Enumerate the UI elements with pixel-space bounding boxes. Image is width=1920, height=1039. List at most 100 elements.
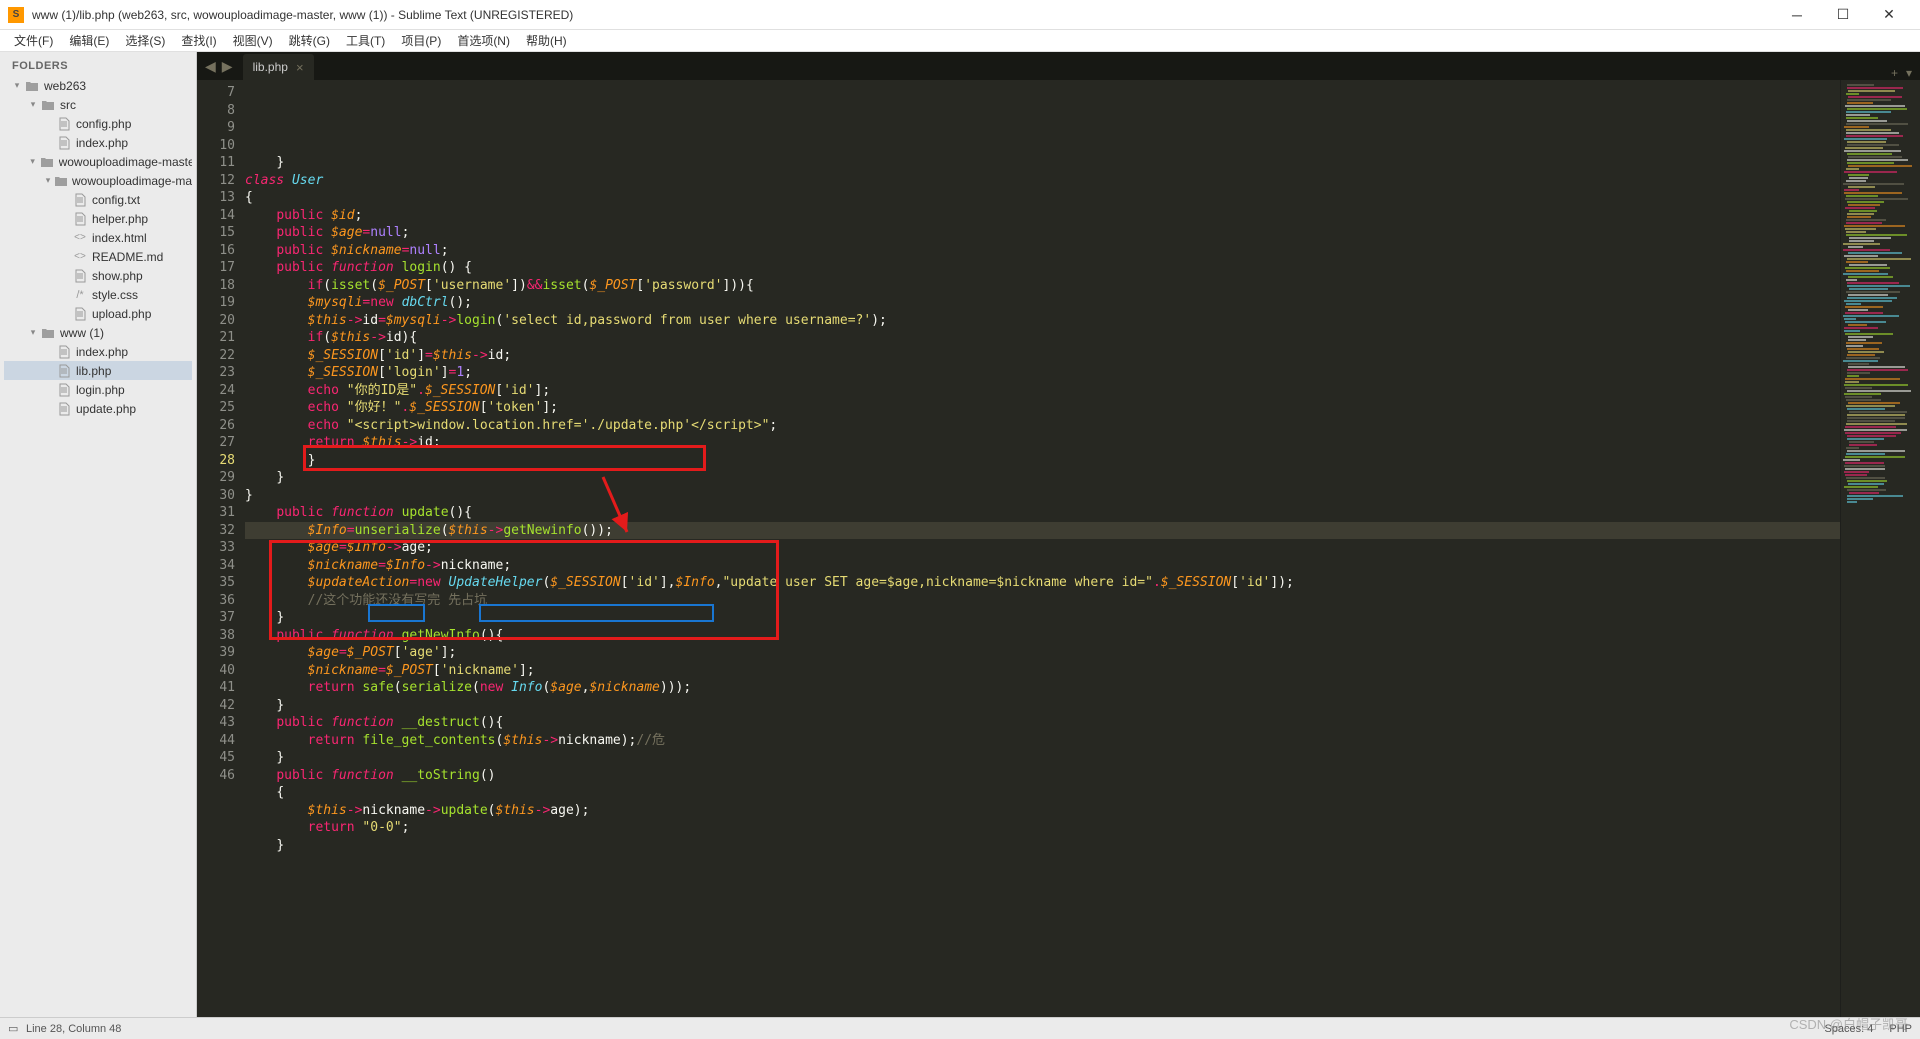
status-indent[interactable]: Spaces: 4: [1824, 1023, 1873, 1035]
tree-file[interactable]: index.php: [4, 342, 192, 361]
code-line[interactable]: public function getNewInfo(){: [245, 627, 1840, 645]
code-line[interactable]: }: [245, 154, 1840, 172]
menu-item-7[interactable]: 项目(P): [395, 30, 447, 51]
new-tab-icon[interactable]: +: [1891, 66, 1898, 80]
code-line[interactable]: $age=$_POST['age'];: [245, 644, 1840, 662]
tab-close-icon[interactable]: ×: [296, 60, 304, 75]
tree-arrow-icon[interactable]: ▾: [26, 99, 40, 110]
tree-file[interactable]: lib.php: [4, 361, 192, 380]
code-line[interactable]: public $age=null;: [245, 224, 1840, 242]
code-line[interactable]: public $nickname=null;: [245, 242, 1840, 260]
code-line[interactable]: $_SESSION['login']=1;: [245, 364, 1840, 382]
menu-item-4[interactable]: 视图(V): [227, 30, 279, 51]
php-icon: [56, 364, 72, 378]
tree-label: web263: [44, 79, 86, 93]
nav-forward-icon[interactable]: ▶: [220, 58, 235, 75]
menu-item-8[interactable]: 首选项(N): [451, 30, 516, 51]
tree-arrow-icon[interactable]: ▾: [42, 175, 54, 186]
tree-file[interactable]: upload.php: [4, 304, 192, 323]
code-line[interactable]: $_SESSION['id']=$this->id;: [245, 347, 1840, 365]
code-line[interactable]: return safe(serialize(new Info($age,$nic…: [245, 679, 1840, 697]
panel-toggle-icon[interactable]: ▭: [8, 1022, 22, 1036]
tree-file[interactable]: <>index.html: [4, 228, 192, 247]
maximize-button[interactable]: ☐: [1820, 0, 1866, 30]
menu-item-3[interactable]: 查找(I): [175, 30, 222, 51]
tree-label: update.php: [76, 402, 136, 416]
code-line[interactable]: }: [245, 469, 1840, 487]
css-icon: /*: [72, 288, 88, 302]
tree-arrow-icon[interactable]: ▾: [10, 80, 24, 91]
tree-file[interactable]: helper.php: [4, 209, 192, 228]
code-line[interactable]: }: [245, 487, 1840, 505]
code-line[interactable]: $age=$Info->age;: [245, 539, 1840, 557]
menu-item-5[interactable]: 跳转(G): [283, 30, 336, 51]
folder-icon: [40, 98, 56, 112]
minimize-button[interactable]: ─: [1774, 0, 1820, 30]
code-line[interactable]: {: [245, 189, 1840, 207]
code-line[interactable]: }: [245, 837, 1840, 855]
tree-file[interactable]: <> README.md: [4, 247, 192, 266]
menubar: 文件(F)编辑(E)选择(S)查找(I)视图(V)跳转(G)工具(T)项目(P)…: [0, 30, 1920, 52]
code-line[interactable]: $Info=unserialize($this->getNewinfo());: [245, 522, 1840, 540]
code-line[interactable]: $this->id=$mysqli->login('select id,pass…: [245, 312, 1840, 330]
code-line[interactable]: echo "你好！".$_SESSION['token'];: [245, 399, 1840, 417]
code-line[interactable]: public function __toString(): [245, 767, 1840, 785]
tree-file[interactable]: login.php: [4, 380, 192, 399]
tree-folder[interactable]: ▾www (1): [4, 323, 192, 342]
code-line[interactable]: //这个功能还没有写完 先占坑: [245, 592, 1840, 610]
code-line[interactable]: $this->nickname->update($this->age);: [245, 802, 1840, 820]
code-line[interactable]: {: [245, 784, 1840, 802]
tree-file[interactable]: show.php: [4, 266, 192, 285]
code-line[interactable]: }: [245, 452, 1840, 470]
window-controls: ─ ☐ ✕: [1774, 0, 1912, 30]
code-line[interactable]: return file_get_contents($this->nickname…: [245, 732, 1840, 750]
menu-item-1[interactable]: 编辑(E): [63, 30, 115, 51]
code-line[interactable]: }: [245, 749, 1840, 767]
code-line[interactable]: $mysqli=new dbCtrl();: [245, 294, 1840, 312]
tree-file[interactable]: index.php: [4, 133, 192, 152]
nav-back-icon[interactable]: ◀: [203, 58, 218, 75]
status-language[interactable]: PHP: [1889, 1023, 1912, 1035]
code-line[interactable]: public function login() {: [245, 259, 1840, 277]
tab-menu-icon[interactable]: ▾: [1906, 66, 1912, 80]
code-line[interactable]: echo "你的ID是".$_SESSION['id'];: [245, 382, 1840, 400]
minimap[interactable]: [1840, 80, 1920, 1017]
code-line[interactable]: $updateAction=new UpdateHelper($_SESSION…: [245, 574, 1840, 592]
php-icon: [72, 307, 88, 321]
tree-file[interactable]: config.txt: [4, 190, 192, 209]
code-line[interactable]: if($this->id){: [245, 329, 1840, 347]
menu-item-0[interactable]: 文件(F): [8, 30, 59, 51]
code-view[interactable]: }class User{ public $id; public $age=nul…: [245, 80, 1840, 1017]
tree-folder[interactable]: ▾wowouploadimage-master: [4, 152, 192, 171]
close-button[interactable]: ✕: [1866, 0, 1912, 30]
code-line[interactable]: class User: [245, 172, 1840, 190]
tree-file[interactable]: update.php: [4, 399, 192, 418]
menu-item-6[interactable]: 工具(T): [340, 30, 391, 51]
tree-folder[interactable]: ▾src: [4, 95, 192, 114]
tree-label: README.md: [92, 250, 163, 264]
folder-icon: [40, 326, 56, 340]
tree-folder[interactable]: ▾wowouploadimage-master: [4, 171, 192, 190]
tab-lib-php[interactable]: lib.php ×: [243, 54, 314, 80]
code-line[interactable]: $nickname=$Info->nickname;: [245, 557, 1840, 575]
tree-folder[interactable]: ▾ web263: [4, 76, 192, 95]
code-line[interactable]: $nickname=$_POST['nickname'];: [245, 662, 1840, 680]
code-line[interactable]: public function __destruct(){: [245, 714, 1840, 732]
tree-label: index.php: [76, 345, 128, 359]
code-line[interactable]: public function update(){: [245, 504, 1840, 522]
code-line[interactable]: if(isset($_POST['username'])&&isset($_PO…: [245, 277, 1840, 295]
tree-arrow-icon[interactable]: ▾: [26, 327, 40, 338]
code-line[interactable]: }: [245, 609, 1840, 627]
tree-file[interactable]: config.php: [4, 114, 192, 133]
code-line[interactable]: }: [245, 697, 1840, 715]
md-icon: <>: [72, 250, 88, 264]
menu-item-2[interactable]: 选择(S): [119, 30, 171, 51]
code-line[interactable]: echo "<script>window.location.href='./up…: [245, 417, 1840, 435]
status-position[interactable]: Line 28, Column 48: [26, 1023, 121, 1035]
code-line[interactable]: public $id;: [245, 207, 1840, 225]
tree-arrow-icon[interactable]: ▾: [26, 156, 39, 167]
code-line[interactable]: return "0-0";: [245, 819, 1840, 837]
tree-file[interactable]: /*style.css: [4, 285, 192, 304]
code-line[interactable]: return $this->id;: [245, 434, 1840, 452]
menu-item-9[interactable]: 帮助(H): [520, 30, 573, 51]
